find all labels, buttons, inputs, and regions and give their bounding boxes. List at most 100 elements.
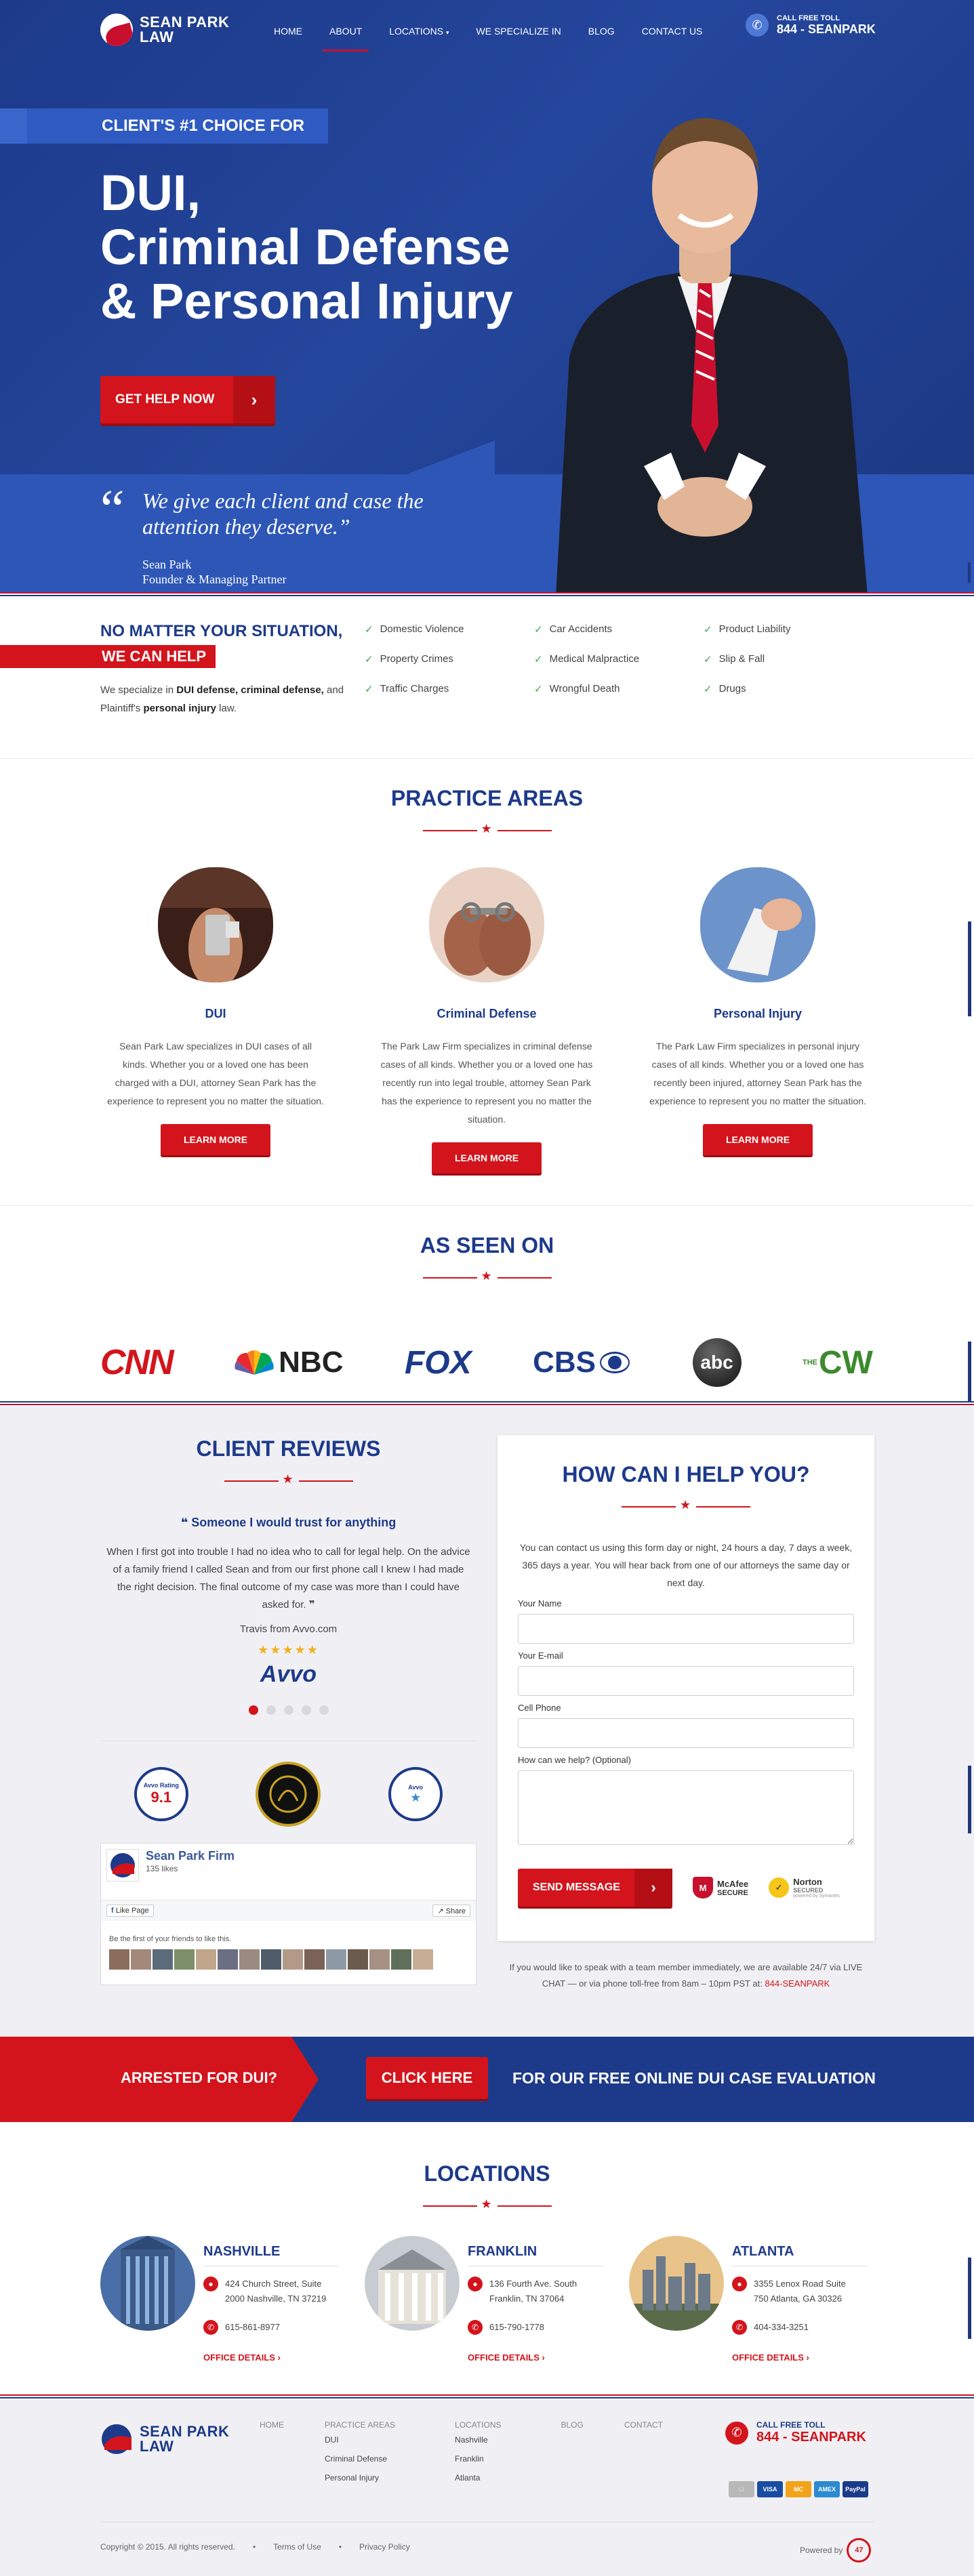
hero: SEAN PARK LAW HOME ABOUT LOCATIONS ▾ WE S… — [0, 0, 974, 596]
avatar[interactable] — [196, 1949, 216, 1970]
nav-blog[interactable]: BLOG — [575, 20, 628, 42]
learn-more-button[interactable]: LEARN MORE — [703, 1124, 813, 1155]
scrollbar-thumb[interactable] — [968, 921, 971, 1016]
office-details-link[interactable]: OFFICE DETAILS › — [203, 2352, 281, 2363]
call-label: CALL FREE TOLL — [777, 14, 840, 22]
terms-link[interactable]: Terms of Use — [273, 2542, 321, 2552]
click-here-button[interactable]: CLICK HERE — [366, 2057, 488, 2099]
carousel-dot[interactable] — [283, 1705, 293, 1715]
header-call[interactable]: ✆ CALL FREE TOLL 844 - SEANPARK — [746, 14, 876, 37]
avatar[interactable] — [131, 1949, 151, 1970]
footer-link[interactable]: Franklin — [455, 2454, 501, 2464]
section-divider: ★ — [422, 822, 552, 835]
carousel-dot[interactable] — [248, 1705, 258, 1715]
footer-call[interactable]: ✆ CALL FREE TOLL 844 - SEANPARK — [725, 2420, 866, 2445]
like-page-button[interactable]: f Like Page — [106, 1905, 154, 1917]
star-icon: ★ — [282, 1472, 293, 1486]
footer-link[interactable]: DUI — [325, 2435, 395, 2445]
nav-home[interactable]: HOME — [260, 20, 316, 42]
cta-right-text: FOR OUR FREE ONLINE DUI CASE EVALUATION — [512, 2069, 876, 2087]
phone-icon: ✆ — [725, 2421, 748, 2445]
office-details-link[interactable]: OFFICE DETAILS › — [468, 2352, 545, 2363]
scrollbar-thumb[interactable] — [968, 1342, 971, 1409]
check-icon: ✓ — [534, 684, 543, 695]
specialty-label: Drugs — [718, 683, 746, 694]
contact-phone-link[interactable]: 844-SEANPARK — [765, 1978, 830, 1989]
office-details-link[interactable]: OFFICE DETAILS › — [732, 2352, 809, 2363]
carousel-dot[interactable] — [266, 1705, 276, 1715]
phone-link[interactable]: 615-790-1778 — [489, 2320, 544, 2335]
hero-ribbon: CLIENT'S #1 CHOICE FOR — [0, 108, 328, 144]
logo-text-line2: LAW — [140, 28, 174, 45]
headline-line-3: & Personal Injury — [100, 273, 513, 329]
carousel-dot[interactable] — [301, 1705, 311, 1715]
avatar[interactable] — [261, 1949, 281, 1970]
situation-title: NO MATTER YOUR SITUATION, — [100, 622, 343, 640]
avatar[interactable] — [218, 1949, 238, 1970]
avatar[interactable] — [413, 1949, 433, 1970]
phone-field[interactable] — [518, 1718, 854, 1748]
scrollbar-thumb[interactable] — [968, 2258, 971, 2339]
nav-we-specialize-in[interactable]: WE SPECIALIZE IN — [463, 20, 575, 42]
address-text: 424 Church Street, Suite 2000 Nashville, … — [225, 2277, 326, 2306]
footer-col-title[interactable]: BLOG — [561, 2420, 584, 2430]
phone-link[interactable]: 404-334-3251 — [754, 2320, 809, 2335]
footer-col-title[interactable]: HOME — [260, 2420, 284, 2430]
media-logos: CNN NBC FOX CBS abc THE CW — [100, 1338, 873, 1387]
phone-link[interactable]: 615-861-8977 — [225, 2320, 280, 2335]
footer-link[interactable]: Criminal Defense — [325, 2454, 395, 2464]
avatar[interactable] — [348, 1949, 368, 1970]
carousel-dot[interactable] — [319, 1705, 329, 1715]
share-button[interactable]: ↗ Share — [432, 1905, 470, 1917]
learn-more-button[interactable]: LEARN MORE — [161, 1124, 270, 1155]
avatar[interactable] — [369, 1949, 390, 1970]
chevron-right-icon: › — [233, 376, 275, 423]
footer-link[interactable]: Atlanta — [455, 2473, 501, 2482]
footer-nav: HOME PRACTICE AREAS DUI Criminal Defense… — [260, 2420, 704, 2492]
privacy-link[interactable]: Privacy Policy — [359, 2542, 410, 2552]
avatar[interactable] — [391, 1949, 411, 1970]
specialty-item: ✓ Slip & Fall — [704, 653, 873, 665]
footer-col-title[interactable]: PRACTICE AREAS — [325, 2420, 395, 2430]
avatar[interactable] — [304, 1949, 325, 1970]
nav-locations[interactable]: LOCATIONS ▾ — [376, 20, 462, 42]
logo[interactable]: SEAN PARK LAW — [100, 14, 229, 46]
footer-link[interactable]: Personal Injury — [325, 2473, 395, 2482]
franklin-photo — [365, 2236, 460, 2331]
location-address: ● 424 Church Street, Suite 2000 Nashville,… — [203, 2277, 326, 2306]
footer-link[interactable]: Nashville — [455, 2435, 501, 2445]
review-body: When I first got into trouble I had no i… — [106, 1546, 470, 1611]
avatar[interactable] — [326, 1949, 346, 1970]
facebook-page-avatar[interactable] — [106, 1849, 139, 1882]
nav-about[interactable]: ABOUT — [316, 20, 376, 51]
scrollbar-thumb[interactable] — [968, 562, 971, 583]
footer-col-title[interactable]: LOCATIONS — [455, 2420, 501, 2430]
nav-contact-us[interactable]: CONTACT US — [628, 20, 716, 42]
headline-line-1: DUI, — [100, 165, 201, 221]
scrollbar-thumb[interactable] — [968, 1766, 971, 1833]
avatar[interactable] — [239, 1949, 260, 1970]
check-icon: ✓ — [534, 654, 543, 665]
name-field[interactable] — [518, 1614, 854, 1644]
footer-logo[interactable]: SEAN PARK LAW — [100, 2423, 229, 2455]
learn-more-button[interactable]: LEARN MORE — [432, 1142, 542, 1173]
message-field[interactable] — [518, 1770, 854, 1845]
page: SEAN PARK LAW HOME ABOUT LOCATIONS ▾ WE S… — [0, 0, 974, 2576]
client-reviews-title: CLIENT REVIEWS — [196, 1436, 381, 1461]
get-help-now-button[interactable]: GET HELP NOW › — [100, 376, 275, 423]
specialty-label: Domestic Violence — [380, 623, 464, 635]
email-field[interactable] — [518, 1666, 854, 1696]
avatar[interactable] — [153, 1949, 173, 1970]
star-icon: ★ — [481, 1269, 492, 1283]
footer-col-title[interactable]: CONTACT — [624, 2420, 663, 2430]
send-message-button[interactable]: SEND MESSAGE › — [518, 1869, 672, 1907]
attorney-photo — [556, 118, 868, 596]
powered-by-logo-icon[interactable]: 47 — [847, 2538, 872, 2562]
name-label: Your Name — [518, 1598, 562, 1608]
avatar[interactable] — [174, 1949, 195, 1970]
avatar[interactable] — [109, 1949, 129, 1970]
facebook-page-name[interactable]: Sean Park Firm — [146, 1849, 235, 1863]
nav-locations-label: LOCATIONS — [389, 26, 444, 37]
star-icon: ★ — [481, 2197, 492, 2211]
avatar[interactable] — [283, 1949, 303, 1970]
